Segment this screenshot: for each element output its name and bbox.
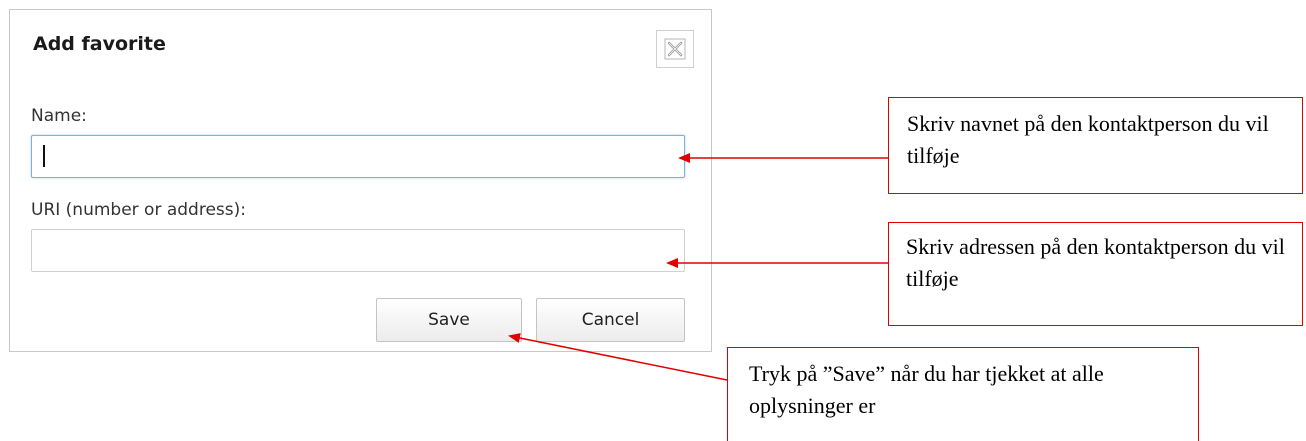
save-annotation-box: Tryk på ”Save” når du har tjekket at all… [727, 347, 1199, 441]
name-input[interactable] [31, 135, 685, 178]
cancel-button[interactable]: Cancel [536, 298, 685, 342]
add-favorite-dialog: Add favorite Name: URI (number or addres… [9, 9, 712, 352]
uri-label: URI (number or address): [31, 200, 246, 220]
close-button[interactable] [656, 30, 694, 68]
text-caret [43, 145, 45, 167]
name-annotation-box: Skriv navnet på den kontaktperson du vil… [888, 97, 1303, 194]
uri-annotation-box: Skriv adressen på den kontaktperson du v… [888, 222, 1303, 326]
dialog-title: Add favorite [33, 33, 166, 55]
uri-input[interactable] [31, 229, 685, 272]
name-label: Name: [31, 106, 87, 126]
save-button[interactable]: Save [376, 298, 522, 342]
close-icon [664, 38, 686, 60]
